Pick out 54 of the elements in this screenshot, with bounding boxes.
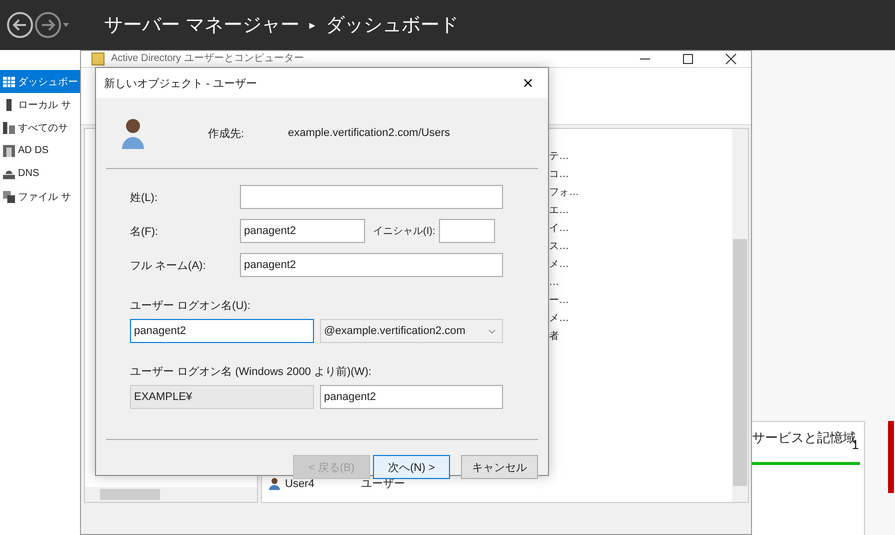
input-field[interactable]: panagent2	[240, 253, 503, 277]
input-field: EXAMPLE¥	[130, 385, 314, 409]
app-title: サーバー マネージャー	[104, 14, 300, 38]
list-item[interactable]: フォ…	[549, 187, 579, 198]
navigation-arrows-icon[interactable]	[6, 10, 70, 40]
folder-icon	[91, 52, 105, 66]
list-item[interactable]: メ…	[549, 259, 579, 270]
sidebar-item[interactable]: ファイル サ	[0, 185, 80, 208]
list-item[interactable]: テ…	[549, 151, 579, 162]
list-item[interactable]: …	[549, 277, 579, 288]
field-label: フル ネーム(A):	[130, 258, 207, 272]
domain-dropdown[interactable]: @example.vertification2.com	[320, 319, 503, 343]
dialog-button[interactable]: キャンセル	[461, 455, 538, 479]
sidebar-item[interactable]: ローカル サ	[0, 93, 80, 116]
field-label: 作成先:	[208, 126, 246, 140]
breadcrumb-separator: ▸	[309, 18, 316, 32]
field-label: イニシャル(I):	[373, 225, 436, 238]
maximize-icon[interactable]	[682, 53, 694, 65]
list-item[interactable]: ス…	[549, 241, 579, 252]
input-field[interactable]: panagent2	[320, 385, 503, 409]
close-icon[interactable]	[725, 53, 737, 65]
sidebar-item[interactable]: DNS	[0, 162, 80, 185]
network-icon	[3, 168, 15, 180]
window-title: Active Directory ユーザーとコンピューター	[111, 53, 304, 65]
field-label: 姓(L):	[130, 190, 158, 204]
field-label: ユーザー ログオン名(U):	[130, 299, 252, 313]
scrollbar[interactable]	[85, 487, 257, 502]
user-icon	[268, 477, 281, 490]
chevron-icon	[488, 328, 496, 334]
sidebar-item[interactable]: AD DS	[0, 139, 80, 162]
user-icon	[120, 117, 146, 149]
list-item[interactable]: イ…	[549, 223, 579, 234]
input-field[interactable]	[240, 185, 503, 209]
input-field[interactable]: panagent2	[130, 319, 314, 343]
list-item[interactable]: コ…	[549, 169, 579, 180]
input-field[interactable]: panagent2	[240, 219, 365, 243]
input-field[interactable]	[439, 219, 496, 243]
list-item[interactable]: エ…	[549, 205, 579, 216]
close-button[interactable]: ×	[508, 68, 548, 98]
container-path: example.vertification2.com/Users	[288, 127, 450, 139]
list-item[interactable]: 者	[549, 331, 579, 342]
dialog-button[interactable]: 次へ(N) >	[373, 455, 450, 479]
list-item[interactable]: ー…	[549, 295, 579, 306]
dialog-title: 新しいオブジェクト - ユーザー	[104, 76, 257, 90]
sidebar-item[interactable]: すべてのサ	[0, 116, 80, 139]
sidebar-item[interactable]: ダッシュボー	[0, 70, 80, 93]
list-item[interactable]: メ…	[549, 313, 579, 324]
scrollbar[interactable]	[732, 129, 748, 502]
field-label: 名(F):	[130, 224, 160, 238]
page-title: ダッシュボード	[325, 14, 458, 38]
field-label: ユーザー ログオン名 (Windows 2000 より前)(W):	[130, 365, 372, 379]
list-cell-text: ユーザー	[361, 477, 405, 491]
list-item[interactable]: User4	[285, 478, 357, 490]
grid-icon	[3, 76, 15, 88]
